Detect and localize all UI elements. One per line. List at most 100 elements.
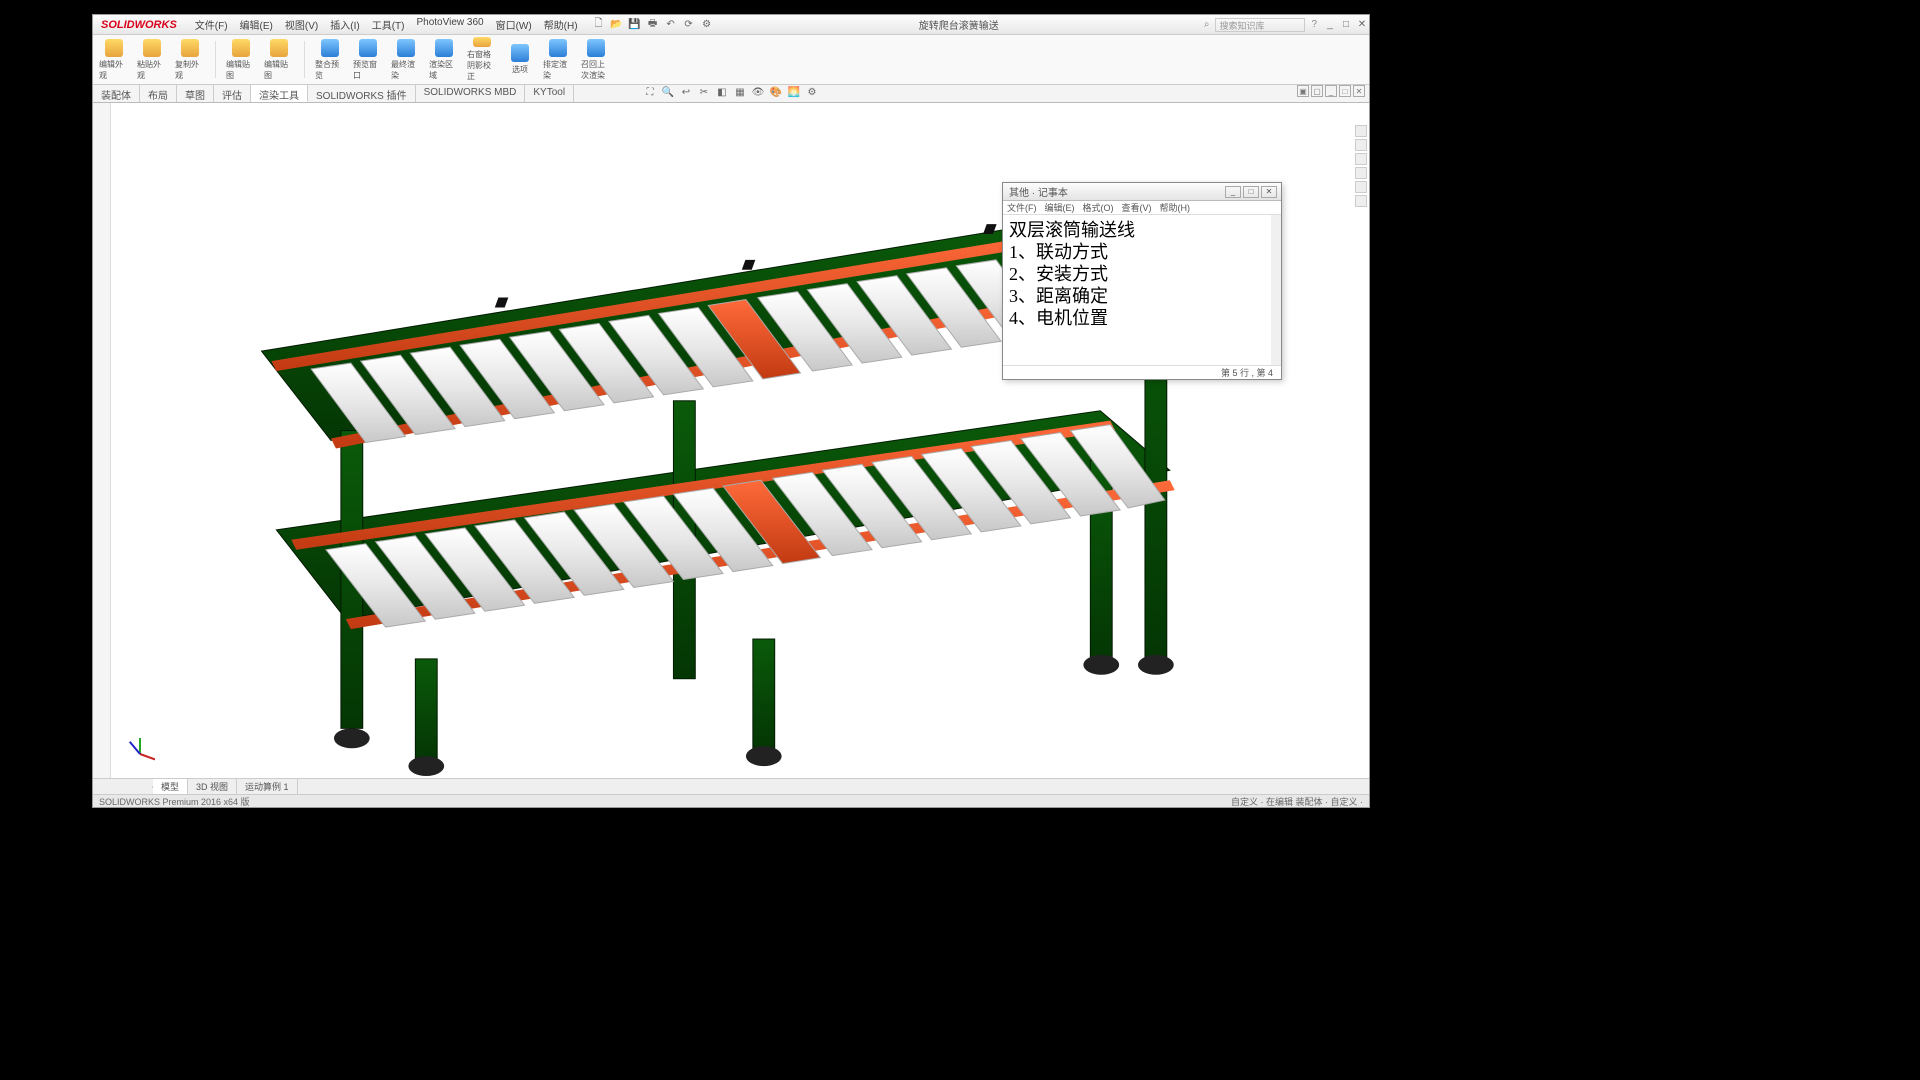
minimize-viewport-icon[interactable]: _ [1325, 85, 1337, 97]
section-view-icon[interactable]: ✂ [697, 85, 711, 99]
tab-assembly[interactable]: 装配体 [93, 85, 140, 102]
taskpane-file-explorer-icon[interactable] [1355, 153, 1367, 165]
save-icon[interactable]: 💾 [628, 18, 642, 32]
notepad-menu-view[interactable]: 查看(V) [1122, 201, 1152, 214]
motion-tabs: 模型 3D 视图 运动算例 1 [93, 778, 1369, 794]
edit-appearance-icon[interactable]: 🎨 [769, 85, 783, 99]
notepad-line: 双层滚筒输送线 [1009, 219, 1275, 241]
menu-help[interactable]: 帮助(H) [544, 17, 578, 32]
new-icon[interactable]: 🗋 [592, 18, 606, 32]
notepad-line: 4、电机位置 [1009, 307, 1275, 329]
task-pane [1355, 121, 1369, 207]
notepad-close-button[interactable]: ✕ [1261, 186, 1277, 198]
search-icon: ⌕ [1204, 19, 1210, 30]
notepad-text-area[interactable]: 双层滚筒输送线 1、联动方式 2、安装方式 3、距离确定 4、电机位置 [1003, 215, 1281, 365]
notepad-menu-help[interactable]: 帮助(H) [1160, 201, 1191, 214]
status-bar: SOLIDWORKS Premium 2016 x64 版 自定义 · 在编辑 … [93, 794, 1369, 807]
menu-file[interactable]: 文件(F) [195, 17, 228, 32]
menu-window[interactable]: 窗口(W) [496, 17, 532, 32]
tab-spacer [93, 786, 153, 788]
maximize-viewport-icon[interactable]: □ [1339, 85, 1351, 97]
zoom-fit-icon[interactable]: ⛶ [643, 85, 657, 99]
ribbon-toolbar: 编辑外观 粘贴外观 复制外观 编辑贴图 编辑贴图 整合预览 预览窗口 最终渲染 … [93, 35, 1369, 85]
print-icon[interactable]: 🖶 [646, 18, 660, 32]
notepad-titlebar[interactable]: 其他 · 记事本 _ □ ✕ [1003, 183, 1281, 201]
main-menu: 文件(F) 编辑(E) 视图(V) 插入(I) 工具(T) PhotoView … [185, 17, 578, 32]
display-style-icon[interactable]: ▦ [733, 85, 747, 99]
menu-photoview[interactable]: PhotoView 360 [416, 17, 483, 32]
close-viewport-icon[interactable]: ✕ [1353, 85, 1365, 97]
ribbon-render-region[interactable]: 渲染区域 [429, 37, 459, 82]
taskpane-view-palette-icon[interactable] [1355, 167, 1367, 179]
notepad-status: 第 5 行 , 第 4 [1003, 365, 1281, 379]
ribbon-final-render[interactable]: 最终渲染 [391, 37, 421, 82]
open-icon[interactable]: 📂 [610, 18, 624, 32]
ribbon-paste-appearance[interactable]: 粘贴外观 [137, 37, 167, 82]
ribbon-recall-last[interactable]: 召回上次渲染 [581, 37, 611, 82]
tab-3dview[interactable]: 3D 视图 [188, 779, 237, 794]
menu-edit[interactable]: 编辑(E) [240, 17, 273, 32]
tab-model[interactable]: 模型 [153, 779, 188, 794]
view-orientation-icon[interactable]: ◧ [715, 85, 729, 99]
view-settings-icon[interactable]: ⚙ [805, 85, 819, 99]
ribbon-edit-decal-2[interactable]: 编辑贴图 [264, 37, 294, 82]
solidworks-window: SOLIDWORKS 文件(F) 编辑(E) 视图(V) 插入(I) 工具(T)… [92, 14, 1370, 808]
tab-motion-study[interactable]: 运动算例 1 [237, 779, 298, 794]
taskpane-design-library-icon[interactable] [1355, 139, 1367, 151]
notepad-menu-format[interactable]: 格式(O) [1083, 201, 1114, 214]
ribbon-edit-decal[interactable]: 编辑贴图 [226, 37, 256, 82]
tab-layout[interactable]: 布局 [140, 85, 177, 102]
menu-tools[interactable]: 工具(T) [372, 17, 405, 32]
notepad-line: 2、安装方式 [1009, 263, 1275, 285]
close-button[interactable]: ✕ [1355, 19, 1369, 30]
notepad-menu-edit[interactable]: 编辑(E) [1045, 201, 1075, 214]
tab-evaluate[interactable]: 评估 [214, 85, 251, 102]
quick-access-toolbar: 🗋 📂 💾 🖶 ↶ ⟳ ⚙ [592, 18, 714, 32]
options-icon[interactable]: ⚙ [700, 18, 714, 32]
notepad-line: 3、距离确定 [1009, 285, 1275, 307]
menu-view[interactable]: 视图(V) [285, 17, 318, 32]
previous-view-icon[interactable]: ↩ [679, 85, 693, 99]
undo-icon[interactable]: ↶ [664, 18, 678, 32]
expand-icon[interactable]: ▢ [1311, 85, 1323, 97]
notepad-title-text: 其他 · 记事本 [1009, 184, 1068, 199]
tab-render-tools[interactable]: 渲染工具 [251, 85, 308, 102]
heads-up-view-toolbar: ⛶ 🔍 ↩ ✂ ◧ ▦ 👁 🎨 🌅 ⚙ [643, 85, 819, 99]
notepad-menu: 文件(F) 编辑(E) 格式(O) 查看(V) 帮助(H) [1003, 201, 1281, 215]
help-icon[interactable]: ? [1311, 19, 1317, 30]
notepad-scrollbar[interactable] [1271, 215, 1281, 365]
taskpane-appearances-icon[interactable] [1355, 181, 1367, 193]
ribbon-copy-appearance[interactable]: 复制外观 [175, 37, 205, 82]
notepad-minimize-button[interactable]: _ [1225, 186, 1241, 198]
apply-scene-icon[interactable]: 🌅 [787, 85, 801, 99]
ribbon-edit-appearance[interactable]: 编辑外观 [99, 37, 129, 82]
taskpane-resources-icon[interactable] [1355, 125, 1367, 137]
tab-sw-mbd[interactable]: SOLIDWORKS MBD [416, 85, 526, 102]
notepad-window[interactable]: 其他 · 记事本 _ □ ✕ 文件(F) 编辑(E) 格式(O) 查看(V) 帮… [1002, 182, 1282, 380]
collapse-icon[interactable]: ▣ [1297, 85, 1309, 97]
orientation-triad[interactable] [129, 728, 159, 758]
viewport-controls: ▣ ▢ _ □ ✕ [1297, 85, 1365, 97]
ribbon-schedule-render[interactable]: 排定渲染 [543, 37, 573, 82]
ribbon-shadow-correct[interactable]: 右窗格阴影校正 [467, 37, 497, 82]
menu-insert[interactable]: 插入(I) [330, 17, 359, 32]
feature-manager-collapsed[interactable] [93, 103, 111, 778]
tab-sw-addins[interactable]: SOLIDWORKS 插件 [308, 85, 416, 102]
status-mode: 自定义 · 在编辑 装配体 · 自定义 · [1231, 795, 1363, 808]
hide-show-icon[interactable]: 👁 [751, 85, 765, 99]
zoom-area-icon[interactable]: 🔍 [661, 85, 675, 99]
ribbon-preview-window[interactable]: 预览窗口 [353, 37, 383, 82]
tab-kytool[interactable]: KYTool [525, 85, 574, 102]
taskpane-custom-props-icon[interactable] [1355, 195, 1367, 207]
window-title: 旋转爬台滚簧输送 [714, 17, 1204, 32]
tab-sketch[interactable]: 草图 [177, 85, 214, 102]
maximize-button[interactable]: □ [1339, 19, 1353, 30]
search-input[interactable]: 搜索知识库 [1215, 18, 1305, 32]
minimize-button[interactable]: _ [1323, 19, 1337, 30]
ribbon-integrated-preview[interactable]: 整合预览 [315, 37, 345, 82]
ribbon-options[interactable]: 选项 [505, 37, 535, 82]
titlebar: SOLIDWORKS 文件(F) 编辑(E) 视图(V) 插入(I) 工具(T)… [93, 15, 1369, 35]
notepad-menu-file[interactable]: 文件(F) [1007, 201, 1037, 214]
rebuild-icon[interactable]: ⟳ [682, 18, 696, 32]
notepad-maximize-button[interactable]: □ [1243, 186, 1259, 198]
